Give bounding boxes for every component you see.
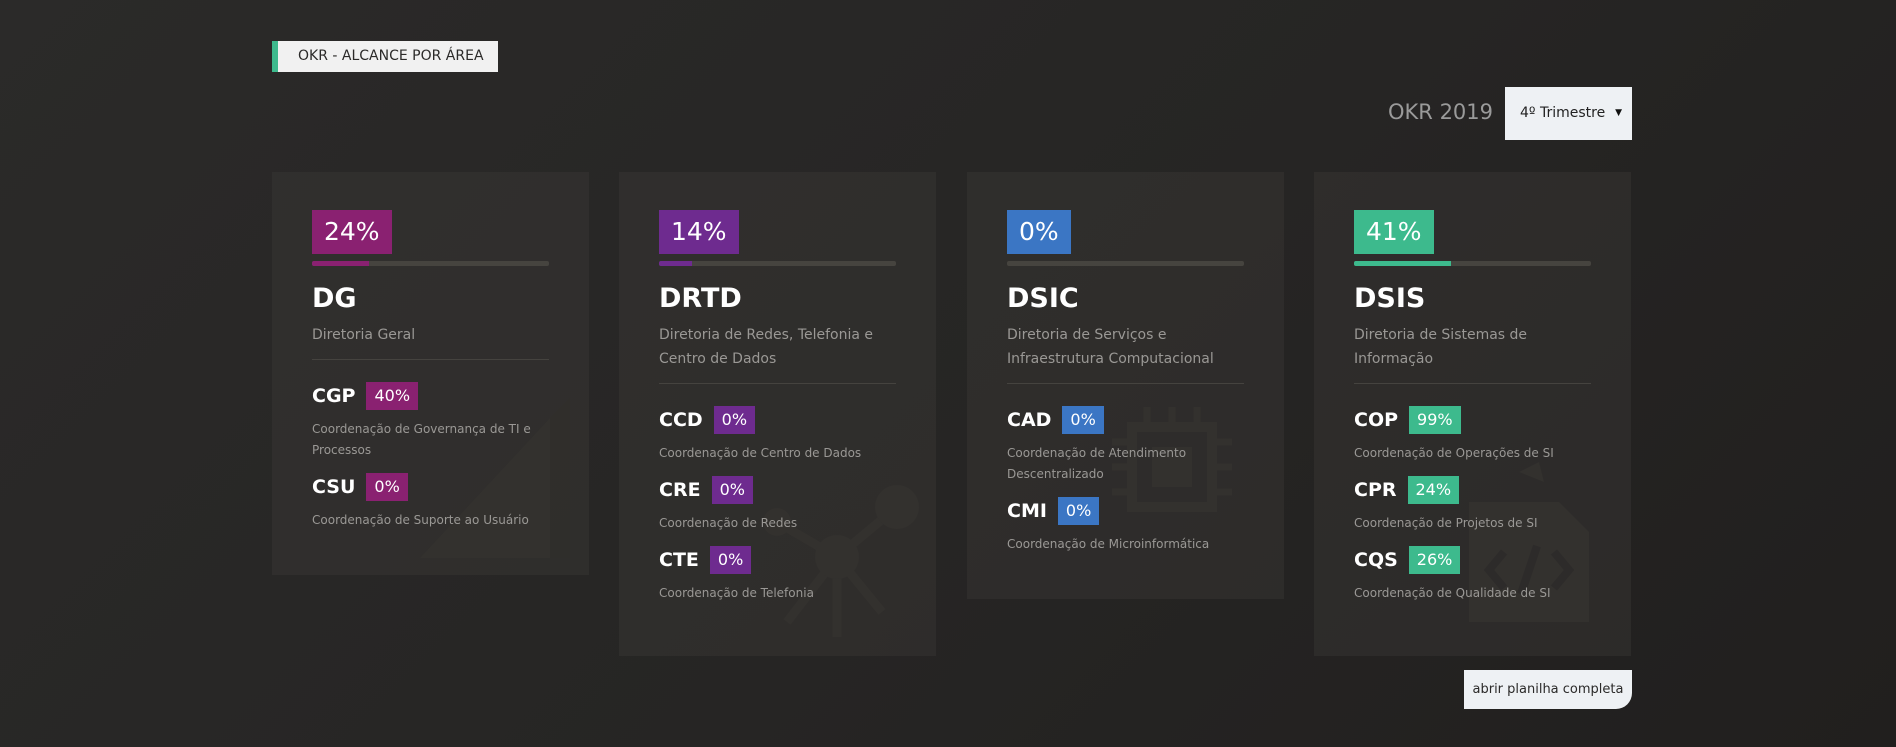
divider — [659, 383, 896, 384]
area-card-dsic[interactable]: 0% DSIC Diretoria de Serviços e Infraest… — [967, 172, 1284, 599]
unit-item[interactable]: CAD 0% Coordenação de Atendimento Descen… — [1007, 406, 1244, 485]
area-progress-bar — [312, 261, 549, 266]
unit-item[interactable]: CMI 0% Coordenação de Microinformática — [1007, 497, 1244, 555]
area-name: Diretoria Geral — [312, 327, 416, 343]
area-card-dg[interactable]: 24% DG Diretoria Geral CGP 40% Coordenaç… — [272, 172, 589, 575]
area-name: Diretoria de Serviços e Infraestrutura C… — [1007, 327, 1214, 367]
area-percent-badge: 24% — [312, 210, 392, 254]
unit-item[interactable]: CCD 0% Coordenação de Centro de Dados — [659, 406, 896, 464]
unit-code: CMI — [1007, 500, 1047, 522]
unit-code: CRE — [659, 479, 701, 501]
area-progress-bar — [659, 261, 896, 266]
unit-percent-badge: 0% — [1062, 406, 1104, 434]
area-code: DSIC — [1007, 283, 1079, 314]
quarter-select[interactable]: 4º Trimestre ▼ — [1505, 87, 1632, 140]
unit-percent-badge: 0% — [1057, 497, 1100, 525]
unit-percent-badge: 0% — [711, 476, 753, 504]
area-progress-bar — [1007, 261, 1244, 266]
unit-percent-badge: 99% — [1409, 406, 1461, 434]
unit-item[interactable]: COP 99% Coordenação de Operações de SI — [1354, 406, 1591, 464]
unit-item[interactable]: CTE 0% Coordenação de Telefonia — [659, 546, 896, 604]
unit-item[interactable]: CSU 0% Coordenação de Suporte ao Usuário — [312, 473, 549, 531]
unit-percent-badge: 0% — [366, 473, 408, 501]
unit-name: Coordenação de Governança de TI e Proces… — [312, 422, 531, 457]
area-code: DSIS — [1354, 283, 1426, 314]
unit-name: Coordenação de Suporte ao Usuário — [312, 513, 529, 527]
caret-down-icon: ▼ — [1615, 108, 1622, 118]
unit-code: CCD — [659, 409, 703, 431]
divider — [1354, 383, 1591, 384]
unit-percent-badge: 24% — [1407, 476, 1460, 504]
area-progress-fill — [659, 261, 693, 266]
unit-code: CSU — [312, 476, 356, 498]
area-name: Diretoria de Sistemas de Informação — [1354, 327, 1528, 367]
area-code: DG — [312, 283, 357, 314]
period-label: OKR 2019 — [1388, 100, 1494, 124]
unit-percent-badge: 0% — [709, 546, 752, 574]
unit-name: Coordenação de Operações de SI — [1354, 446, 1554, 460]
section-tag: OKR - ALCANCE POR ÁREA — [272, 41, 498, 72]
unit-percent-badge: 26% — [1408, 546, 1461, 574]
area-card-dsis[interactable]: 41% DSIS Diretoria de Sistemas de Inform… — [1314, 172, 1631, 656]
unit-code: CTE — [659, 549, 699, 571]
divider — [312, 359, 549, 360]
divider — [1007, 383, 1244, 384]
unit-code: CAD — [1007, 409, 1052, 431]
area-progress-fill — [312, 261, 369, 266]
unit-name: Coordenação de Microinformática — [1007, 537, 1210, 551]
area-name: Diretoria de Redes, Telefonia e Centro d… — [659, 327, 874, 367]
unit-percent-badge: 0% — [713, 406, 756, 434]
area-card-drtd[interactable]: 14% DRTD Diretoria de Redes, Telefonia e… — [619, 172, 936, 656]
area-progress-fill — [1354, 261, 1452, 266]
area-percent-badge: 0% — [1007, 210, 1071, 254]
area-progress-bar — [1354, 261, 1591, 266]
unit-code: CGP — [312, 385, 356, 407]
unit-name: Coordenação de Redes — [659, 516, 798, 530]
unit-item[interactable]: CGP 40% Coordenação de Governança de TI … — [312, 382, 549, 461]
area-code: DRTD — [659, 283, 742, 314]
unit-item[interactable]: CRE 0% Coordenação de Redes — [659, 476, 896, 534]
unit-code: CPR — [1354, 479, 1397, 501]
unit-name: Coordenação de Telefonia — [659, 586, 814, 600]
unit-name: Coordenação de Centro de Dados — [659, 446, 862, 460]
unit-name: Coordenação de Qualidade de SI — [1354, 586, 1551, 600]
unit-code: COP — [1354, 409, 1399, 431]
area-percent-badge: 14% — [659, 210, 739, 254]
okr-dashboard: OKR - ALCANCE POR ÁREA OKR 2019 4º Trime… — [0, 0, 1896, 747]
unit-name: Coordenação de Projetos de SI — [1354, 516, 1538, 530]
unit-item[interactable]: CPR 24% Coordenação de Projetos de SI — [1354, 476, 1591, 534]
quarter-select-value: 4º Trimestre — [1520, 105, 1606, 121]
unit-code: CQS — [1354, 549, 1398, 571]
area-percent-badge: 41% — [1354, 210, 1434, 254]
open-full-sheet-button[interactable]: abrir planilha completa — [1464, 670, 1632, 709]
unit-percent-badge: 40% — [366, 382, 419, 410]
unit-name: Coordenação de Atendimento Descentraliza… — [1007, 446, 1187, 481]
unit-item[interactable]: CQS 26% Coordenação de Qualidade de SI — [1354, 546, 1591, 604]
